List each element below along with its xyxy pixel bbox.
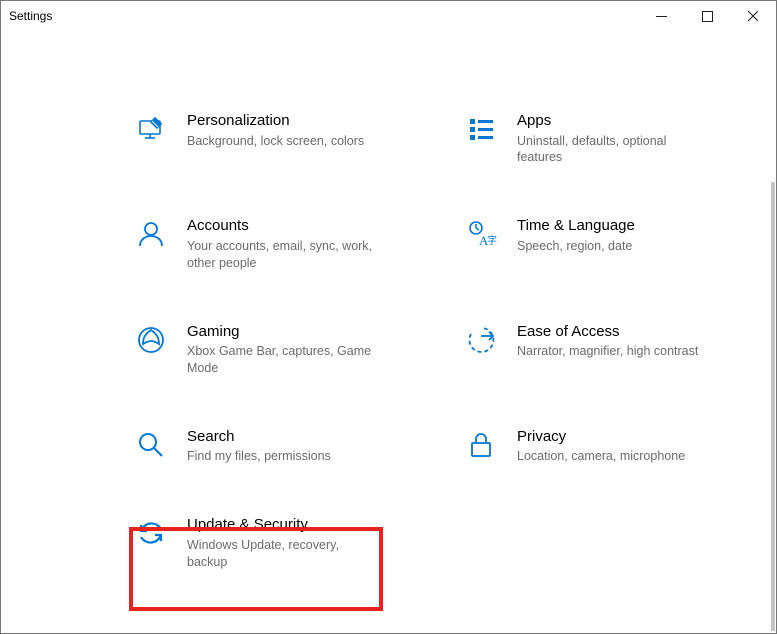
category-desc: Background, lock screen, colors xyxy=(187,133,364,150)
accounts-icon xyxy=(135,218,167,250)
category-privacy[interactable]: Privacy Location, camera, microphone xyxy=(465,427,725,465)
category-accounts[interactable]: Accounts Your accounts, email, sync, wor… xyxy=(135,216,395,271)
category-text: Update & Security Windows Update, recove… xyxy=(187,515,377,570)
close-button[interactable] xyxy=(730,1,776,31)
gaming-icon xyxy=(135,324,167,356)
category-desc: Xbox Game Bar, captures, Game Mode xyxy=(187,343,377,377)
apps-icon xyxy=(465,113,497,145)
privacy-icon xyxy=(465,429,497,461)
category-title: Gaming xyxy=(187,322,377,342)
minimize-button[interactable] xyxy=(638,1,684,31)
category-text: Apps Uninstall, defaults, optional featu… xyxy=(517,111,707,166)
category-search[interactable]: Search Find my files, permissions xyxy=(135,427,395,465)
category-text: Accounts Your accounts, email, sync, wor… xyxy=(187,216,377,271)
category-text: Personalization Background, lock screen,… xyxy=(187,111,364,149)
category-desc: Narrator, magnifier, high contrast xyxy=(517,343,698,360)
update-security-icon xyxy=(135,517,167,549)
category-title: Ease of Access xyxy=(517,322,698,342)
category-time-language[interactable]: A 字 Time & Language Speech, region, date xyxy=(465,216,725,271)
category-desc: Location, camera, microphone xyxy=(517,448,685,465)
category-title: Personalization xyxy=(187,111,364,131)
personalization-icon xyxy=(135,113,167,145)
category-title: Time & Language xyxy=(517,216,635,236)
time-language-icon: A 字 xyxy=(465,218,497,250)
category-text: Privacy Location, camera, microphone xyxy=(517,427,685,465)
category-desc: Speech, region, date xyxy=(517,238,635,255)
category-title: Accounts xyxy=(187,216,377,236)
category-text: Gaming Xbox Game Bar, captures, Game Mod… xyxy=(187,322,377,377)
category-update-security[interactable]: Update & Security Windows Update, recove… xyxy=(135,515,395,570)
category-title: Apps xyxy=(517,111,707,131)
ease-of-access-icon xyxy=(465,324,497,356)
category-title: Privacy xyxy=(517,427,685,447)
category-title: Update & Security xyxy=(187,515,377,535)
titlebar: Settings xyxy=(1,1,776,31)
category-desc: Your accounts, email, sync, work, other … xyxy=(187,238,377,272)
window-title: Settings xyxy=(9,9,52,23)
maximize-button[interactable] xyxy=(684,1,730,31)
category-text: Search Find my files, permissions xyxy=(187,427,331,465)
category-ease-of-access[interactable]: Ease of Access Narrator, magnifier, high… xyxy=(465,322,725,377)
titlebar-controls xyxy=(638,1,776,31)
category-text: Time & Language Speech, region, date xyxy=(517,216,635,254)
category-title: Search xyxy=(187,427,331,447)
scrollbar[interactable] xyxy=(771,182,775,631)
search-icon xyxy=(135,429,167,461)
category-desc: Windows Update, recovery, backup xyxy=(187,537,377,571)
settings-window: Settings xyxy=(0,0,777,634)
category-text: Ease of Access Narrator, magnifier, high… xyxy=(517,322,698,360)
category-gaming[interactable]: Gaming Xbox Game Bar, captures, Game Mod… xyxy=(135,322,395,377)
settings-categories-grid: Personalization Background, lock screen,… xyxy=(135,31,775,570)
category-desc: Find my files, permissions xyxy=(187,448,331,465)
category-personalization[interactable]: Personalization Background, lock screen,… xyxy=(135,111,395,166)
category-desc: Uninstall, defaults, optional features xyxy=(517,133,707,167)
category-apps[interactable]: Apps Uninstall, defaults, optional featu… xyxy=(465,111,725,166)
svg-text:字: 字 xyxy=(487,234,497,247)
